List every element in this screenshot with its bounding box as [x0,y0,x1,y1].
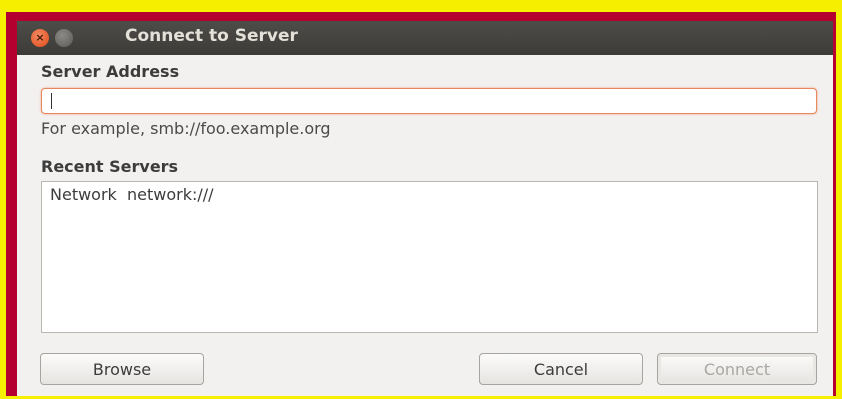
browse-button[interactable]: Browse [40,353,204,385]
server-address-label: Server Address [41,62,180,81]
cancel-button[interactable]: Cancel [479,353,643,385]
recent-server-name: Network [50,185,117,204]
connect-to-server-dialog: × Connect to Server Server Address For e… [17,21,833,396]
window-title: Connect to Server [125,26,298,46]
close-icon: × [35,31,45,44]
recent-server-item[interactable]: Network network:/// [50,185,214,204]
close-window-button[interactable]: × [31,29,49,47]
recent-servers-label: Recent Servers [41,157,179,176]
recent-server-uri: network:/// [126,185,214,204]
server-address-hint: For example, smb://foo.example.org [41,119,331,138]
minimize-window-button[interactable] [55,29,73,47]
title-bar[interactable]: × Connect to Server [17,21,833,55]
connect-button[interactable]: Connect [657,353,817,385]
text-caret [51,93,52,109]
recent-servers-list[interactable]: Network network:/// [41,181,818,333]
server-address-input[interactable] [41,88,817,114]
